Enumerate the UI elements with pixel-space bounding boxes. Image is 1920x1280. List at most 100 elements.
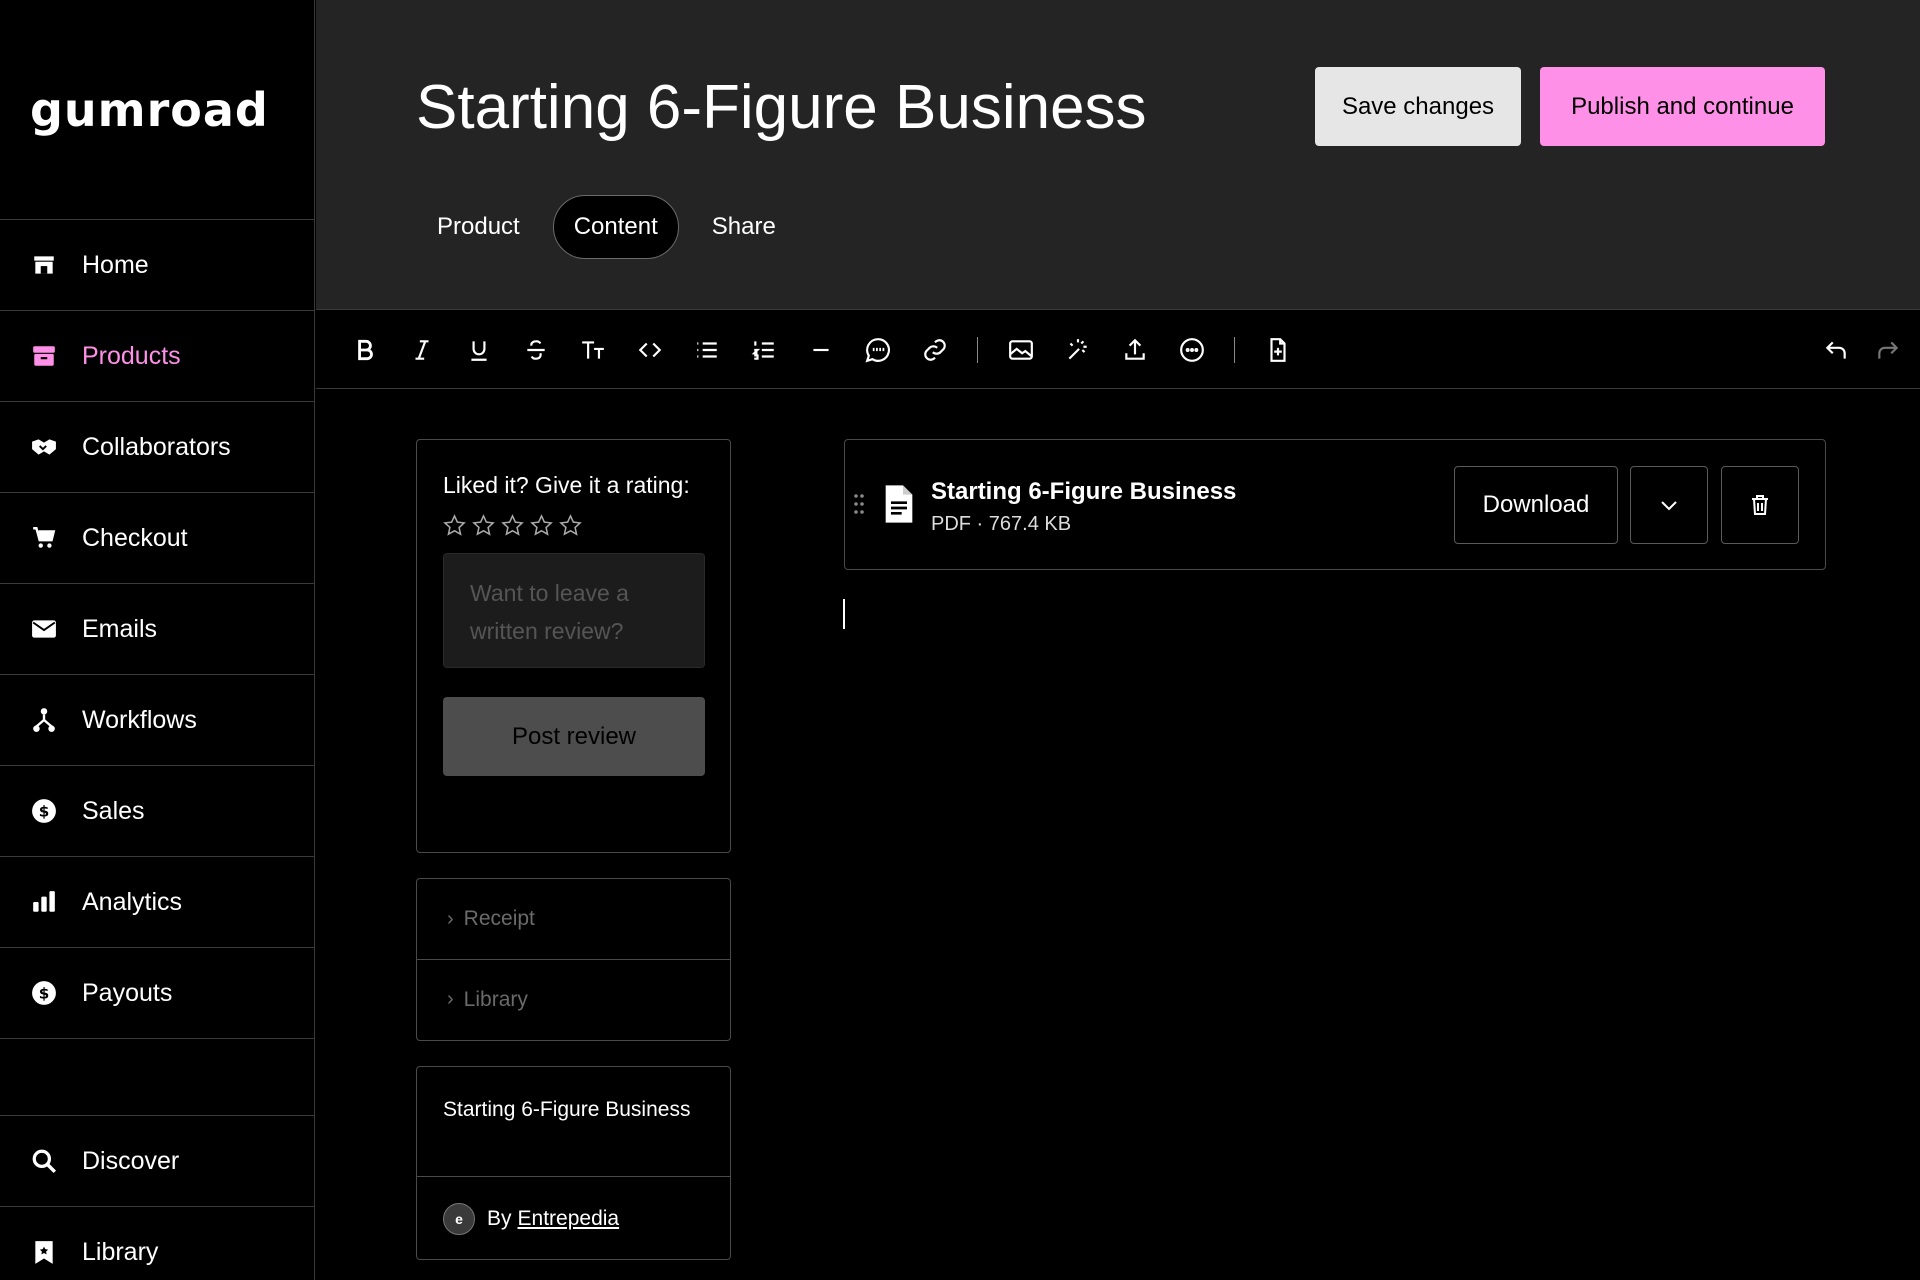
gumroad-logo[interactable]: Gumroad xyxy=(0,0,314,220)
toolbar-divider xyxy=(977,336,978,363)
download-button[interactable]: Download xyxy=(1454,466,1618,544)
editor-toolbar xyxy=(316,311,1920,389)
creator-link[interactable]: Entrepedia xyxy=(518,1207,620,1231)
post-review-button[interactable]: Post review xyxy=(443,697,705,776)
tab-content[interactable]: Content xyxy=(552,195,679,259)
document-icon xyxy=(885,485,913,523)
star-icon[interactable] xyxy=(530,514,553,537)
text-cursor[interactable] xyxy=(843,599,845,629)
history-controls xyxy=(1816,330,1908,370)
upload-icon[interactable] xyxy=(1106,330,1163,370)
file-options-button[interactable] xyxy=(1630,466,1708,544)
file-embed: Starting 6-Figure Business PDF · 767.4 K… xyxy=(844,439,1826,570)
sidebar-item-sales[interactable]: $ Sales xyxy=(0,766,314,857)
code-icon[interactable] xyxy=(621,330,678,370)
redo-icon[interactable] xyxy=(1868,330,1908,370)
strikethrough-icon[interactable] xyxy=(507,330,564,370)
sidebar-item-label: Checkout xyxy=(82,523,188,552)
accordion-card: › Receipt › Library xyxy=(416,878,731,1041)
envelope-icon xyxy=(30,615,58,643)
image-icon[interactable] xyxy=(992,330,1049,370)
sidebar-item-label: Analytics xyxy=(82,887,183,916)
svg-text:$: $ xyxy=(39,984,50,1002)
tab-share[interactable]: Share xyxy=(691,195,797,259)
undo-icon[interactable] xyxy=(1816,330,1856,370)
dollar-circle-icon: $ xyxy=(30,979,58,1007)
page-header: Starting 6-Figure Business Save changes … xyxy=(316,0,1920,310)
review-textarea[interactable] xyxy=(443,553,705,668)
sidebar-item-emails[interactable]: Emails xyxy=(0,584,314,675)
archive-icon xyxy=(30,342,58,370)
tab-bar: Product Content Share xyxy=(416,195,797,259)
delete-file-button[interactable] xyxy=(1721,466,1799,544)
sidebar-item-library[interactable]: Library xyxy=(0,1207,314,1280)
bold-icon[interactable] xyxy=(336,330,393,370)
add-file-icon[interactable] xyxy=(1249,330,1306,370)
logo-text: Gumroad xyxy=(30,82,269,137)
tab-product[interactable]: Product xyxy=(416,195,541,259)
workflow-icon xyxy=(30,706,58,734)
chevron-right-icon: › xyxy=(447,988,454,1010)
cart-icon xyxy=(30,524,58,552)
product-name: Starting 6-Figure Business xyxy=(417,1067,730,1177)
sidebar-spacer xyxy=(0,1039,314,1116)
file-meta: PDF · 767.4 KB xyxy=(931,513,1072,535)
horizontal-rule-icon[interactable] xyxy=(792,330,849,370)
sidebar-item-checkout[interactable]: Checkout xyxy=(0,493,314,584)
star-icon[interactable] xyxy=(559,514,582,537)
sidebar-item-workflows[interactable]: Workflows xyxy=(0,675,314,766)
avatar: e xyxy=(443,1202,475,1235)
sidebar-item-label: Payouts xyxy=(82,978,173,1007)
accordion-item-receipt[interactable]: › Receipt xyxy=(417,879,730,959)
accordion-label: Receipt xyxy=(463,907,535,930)
product-card: Starting 6-Figure Business e By Entreped… xyxy=(416,1066,731,1260)
sidebar-item-label: Library xyxy=(82,1237,159,1266)
accordion-item-library[interactable]: › Library xyxy=(417,959,730,1039)
sidebar-item-label: Sales xyxy=(82,796,145,825)
sidebar-item-label: Home xyxy=(82,250,149,279)
toolbar-divider xyxy=(1234,336,1235,363)
sidebar-item-products[interactable]: Products xyxy=(0,311,314,402)
sparkle-icon[interactable] xyxy=(1049,330,1106,370)
sidebar-item-home[interactable]: Home xyxy=(0,220,314,311)
sidebar-item-label: Collaborators xyxy=(82,432,231,461)
svg-text:$: $ xyxy=(39,802,50,820)
sidebar-item-label: Emails xyxy=(82,614,158,643)
italic-icon[interactable] xyxy=(393,330,450,370)
creator-row: e By Entrepedia xyxy=(417,1177,730,1260)
handshake-icon xyxy=(30,433,58,461)
bullet-list-icon[interactable] xyxy=(678,330,735,370)
sidebar-item-analytics[interactable]: Analytics xyxy=(0,857,314,948)
trash-icon xyxy=(1752,495,1768,515)
sidebar-item-label: Discover xyxy=(82,1146,180,1175)
sidebar-item-label: Products xyxy=(82,341,181,370)
star-rating[interactable] xyxy=(443,514,704,537)
underline-icon[interactable] xyxy=(450,330,507,370)
save-changes-button[interactable]: Save changes xyxy=(1315,67,1521,146)
accordion-label: Library xyxy=(463,987,528,1011)
star-icon[interactable] xyxy=(443,514,466,537)
page-title: Starting 6-Figure Business xyxy=(416,73,1147,142)
star-icon[interactable] xyxy=(472,514,495,537)
sidebar-item-discover[interactable]: Discover xyxy=(0,1116,314,1207)
sidebar: Gumroad Home Products Collaborators Chec… xyxy=(0,0,315,1280)
by-label: By xyxy=(487,1206,512,1230)
quote-icon[interactable] xyxy=(849,330,906,370)
star-icon[interactable] xyxy=(501,514,524,537)
publish-button[interactable]: Publish and continue xyxy=(1540,67,1825,146)
link-icon[interactable] xyxy=(906,330,963,370)
sidebar-item-label: Workflows xyxy=(82,705,197,734)
file-name: Starting 6-Figure Business xyxy=(931,478,1237,505)
more-icon[interactable] xyxy=(1163,330,1220,370)
text-size-icon[interactable] xyxy=(564,330,621,370)
chevron-down-icon xyxy=(1661,501,1677,511)
review-card: Liked it? Give it a rating: Post review xyxy=(416,439,731,853)
store-icon xyxy=(30,251,58,279)
drag-handle-icon[interactable] xyxy=(853,492,865,516)
rating-prompt: Liked it? Give it a rating: xyxy=(443,472,690,498)
sidebar-item-payouts[interactable]: $ Payouts xyxy=(0,948,314,1039)
sidebar-item-collaborators[interactable]: Collaborators xyxy=(0,402,314,493)
numbered-list-icon[interactable] xyxy=(735,330,792,370)
chevron-right-icon: › xyxy=(447,907,454,930)
search-icon xyxy=(30,1147,58,1175)
